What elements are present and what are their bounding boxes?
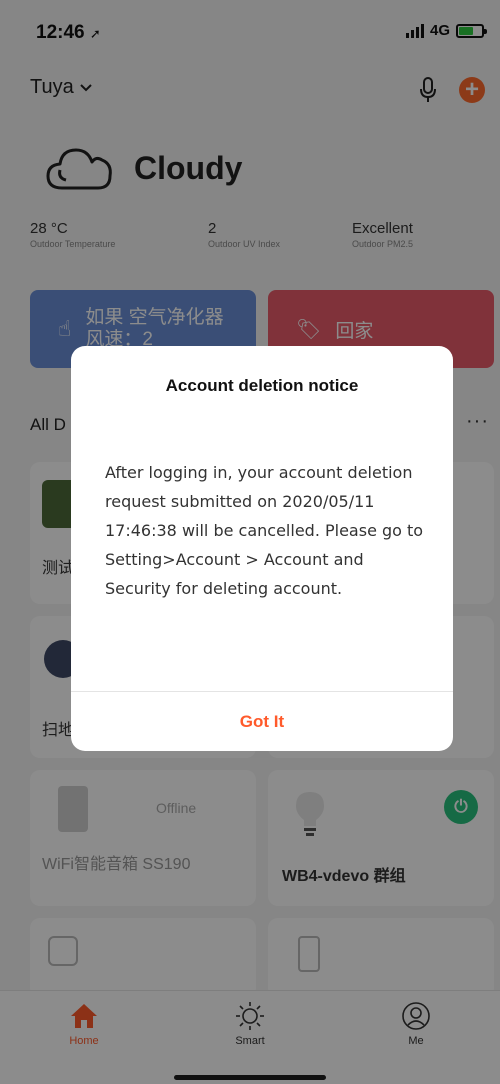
home-indicator: [174, 1075, 326, 1080]
dialog-message: After logging in, your account deletion …: [105, 463, 424, 598]
dialog-title: Account deletion notice: [165, 376, 359, 395]
account-deletion-dialog: Account deletion notice After logging in…: [71, 346, 453, 751]
got-it-button[interactable]: Got It: [71, 692, 453, 751]
app-screen: 12:46 ➚ 4G Tuya + Cloudy 28 °C Outdoor T…: [0, 0, 500, 1084]
